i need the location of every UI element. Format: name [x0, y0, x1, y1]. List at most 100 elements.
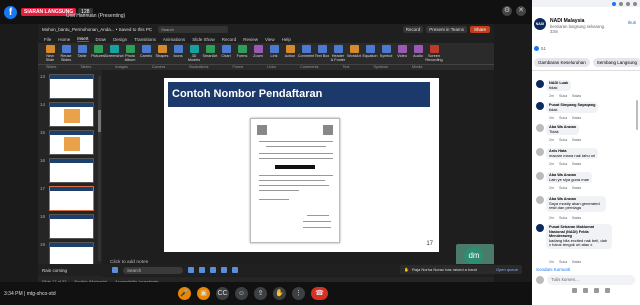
equation-button[interactable]: Equation [362, 45, 378, 58]
menu-slide-show[interactable]: Slide Show [192, 37, 215, 42]
share-button[interactable]: Share [469, 26, 490, 33]
menu-file[interactable]: File [44, 37, 51, 42]
bell-icon[interactable] [626, 1, 630, 6]
reply-link[interactable]: Balas [572, 186, 581, 190]
reply-link[interactable]: Balas [572, 260, 581, 264]
forms-button[interactable]: Forms [234, 45, 250, 58]
camera-icon[interactable]: ▣ [197, 287, 210, 300]
icons-button[interactable]: Icons [170, 45, 186, 58]
menu-design[interactable]: Design [113, 37, 127, 42]
taskbar-search[interactable]: Search [123, 266, 184, 274]
search-input[interactable]: Search [158, 26, 229, 33]
like-link[interactable]: Suka [559, 116, 567, 120]
raise-hand-icon[interactable]: ✋ [273, 287, 286, 300]
camera-icon[interactable] [583, 288, 588, 293]
screen-recording-button[interactable]: Screen Recording [425, 45, 443, 62]
menu-icon[interactable] [612, 1, 616, 6]
tab-overview[interactable]: Gambaran Keseluruhan [534, 58, 590, 67]
slide-thumbnail[interactable] [49, 130, 94, 155]
link-button[interactable]: Link [266, 45, 282, 58]
profile-icon[interactable] [633, 1, 637, 6]
table-button[interactable]: Table [74, 45, 90, 58]
reply-link[interactable]: Balas [572, 162, 581, 166]
comments-scrollbar[interactable] [636, 100, 638, 130]
reply-link[interactable]: Balas [572, 216, 581, 220]
slide-thumbnail[interactable] [49, 74, 94, 99]
emoji-icon[interactable]: ☺ [235, 287, 248, 300]
new-slide-button[interactable]: New Slide [42, 45, 58, 62]
slide-thumbnail[interactable] [49, 214, 94, 239]
microphone-icon[interactable]: 🎤 [178, 287, 191, 300]
captions-icon[interactable]: CC [216, 287, 229, 300]
present-icon[interactable]: ⇪ [254, 287, 267, 300]
close-icon[interactable]: ✕ [516, 6, 526, 16]
shapes-button[interactable]: Shapes [154, 45, 170, 58]
menu-home[interactable]: Home [58, 37, 70, 42]
reply-link[interactable]: Balas [572, 116, 581, 120]
3d-models-button[interactable]: 3D Models [186, 45, 202, 62]
menu-draw[interactable]: Draw [96, 37, 107, 42]
like-link[interactable]: Suka [559, 260, 567, 264]
reply-link[interactable]: Balas [572, 138, 581, 142]
present-in-teams-button[interactable]: Present in Teams [426, 26, 467, 33]
audio-button[interactable]: Audio [410, 45, 426, 58]
slide-thumbnail[interactable] [49, 102, 94, 127]
text-box-button[interactable]: Text Box [314, 45, 330, 58]
slide-thumbnail[interactable] [49, 158, 94, 183]
symbol-button[interactable]: Symbol [378, 45, 394, 58]
app-icon[interactable] [232, 267, 239, 273]
photo-album-button[interactable]: Photo Album [122, 45, 138, 62]
menu-animations[interactable]: Animations [163, 37, 185, 42]
gif-icon[interactable] [594, 288, 599, 293]
header-footer-button[interactable]: Header & Footer [330, 45, 346, 62]
record-button[interactable]: Record [402, 26, 424, 33]
zoom-button[interactable]: Zoom [250, 45, 266, 58]
current-slide[interactable]: Contoh Nombor Pendaftaran 17 [164, 78, 439, 252]
scrollbar-thumb[interactable] [98, 110, 101, 132]
like-link[interactable]: Suka [559, 162, 567, 166]
action-button[interactable]: Action [282, 45, 298, 58]
sticker-icon[interactable] [605, 288, 610, 293]
reaction-summary[interactable]: 51 [534, 46, 546, 51]
windows-start-icon[interactable] [112, 267, 119, 273]
open-queue-link[interactable]: Open queue [496, 267, 518, 272]
menu-review[interactable]: Review [243, 37, 258, 42]
emoji-icon[interactable] [572, 288, 577, 293]
reuse-slides-button[interactable]: Reuse Slides [58, 45, 74, 62]
messenger-icon[interactable] [619, 1, 623, 6]
menu-view[interactable]: View [265, 37, 275, 42]
smartart-button[interactable]: SmartArt [202, 45, 218, 58]
live-stream-video: f SIARAN LANGSUNG 128 Unit Hannuan (Pres… [0, 0, 532, 305]
community-link[interactable]: Sondani Komunti [536, 267, 570, 272]
reply-link[interactable]: Balas [572, 94, 581, 98]
follow-button[interactable]: Ikuti [628, 20, 636, 25]
leave-call-icon[interactable]: ☎ [311, 287, 328, 300]
menu-transitions[interactable]: Transitions [134, 37, 156, 42]
app-icon[interactable] [188, 267, 195, 273]
comment-composer: Tulis komen... [536, 275, 636, 286]
like-link[interactable]: Suka [559, 186, 567, 190]
like-link[interactable]: Suka [559, 94, 567, 98]
cameo-button[interactable]: Cameo [138, 45, 154, 58]
page-avatar[interactable]: NADI [534, 18, 546, 30]
thumbnail-scrollbar[interactable] [98, 76, 101, 261]
app-icon[interactable] [199, 267, 206, 273]
more-options-icon[interactable]: ⋮ [292, 287, 305, 300]
app-icon[interactable] [221, 267, 228, 273]
chart-button[interactable]: Chart [218, 45, 234, 58]
weather-widget[interactable]: Rain coming [42, 268, 67, 273]
menu-help[interactable]: Help [282, 37, 291, 42]
menu-record[interactable]: Record [222, 37, 237, 42]
like-link[interactable]: Suka [559, 216, 567, 220]
comment-input[interactable]: Tulis komen... [547, 275, 635, 285]
slide-thumbnail-selected[interactable] [49, 186, 94, 211]
app-icon[interactable] [210, 267, 217, 273]
tab-live-chat[interactable]: Sembang Langsung [592, 58, 640, 67]
menu-insert[interactable]: Insert [77, 36, 89, 42]
like-link[interactable]: Suka [559, 138, 567, 142]
wordart-button[interactable]: WordArt [346, 45, 362, 58]
video-button[interactable]: Video [394, 45, 410, 58]
comment-button[interactable]: Comment [298, 45, 314, 58]
screenshot-button[interactable]: Screenshot [104, 45, 124, 58]
settings-icon[interactable]: ⚙ [502, 6, 512, 16]
